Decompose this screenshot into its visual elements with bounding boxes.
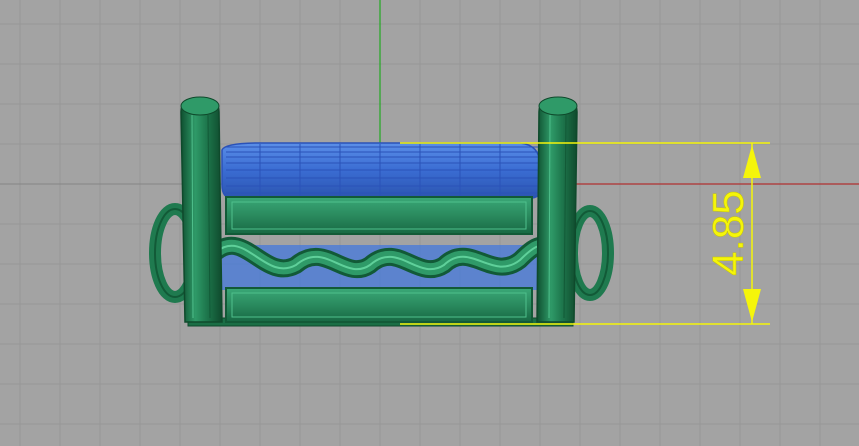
- right-post[interactable]: [536, 96, 578, 323]
- dimension-arrow-top: [743, 145, 761, 178]
- upper-bar[interactable]: [225, 196, 533, 235]
- viewport-front[interactable]: 4.85: [0, 0, 859, 446]
- ring-model[interactable]: [149, 96, 614, 327]
- left-post[interactable]: [180, 96, 223, 323]
- dimension-value: 4.85: [704, 190, 753, 276]
- scene-canvas[interactable]: 4.85: [0, 0, 859, 446]
- dimension-arrow-bottom: [743, 289, 761, 322]
